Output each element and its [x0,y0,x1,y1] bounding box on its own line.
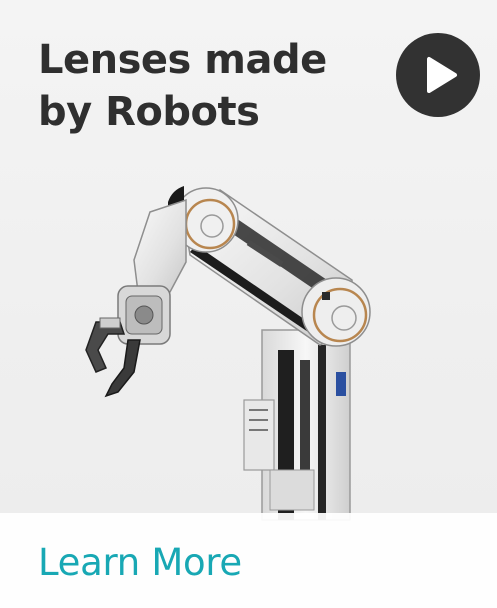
promo-card: Lenses made by Robots Learn More [0,0,497,608]
learn-more-link[interactable]: Learn More [38,541,242,585]
